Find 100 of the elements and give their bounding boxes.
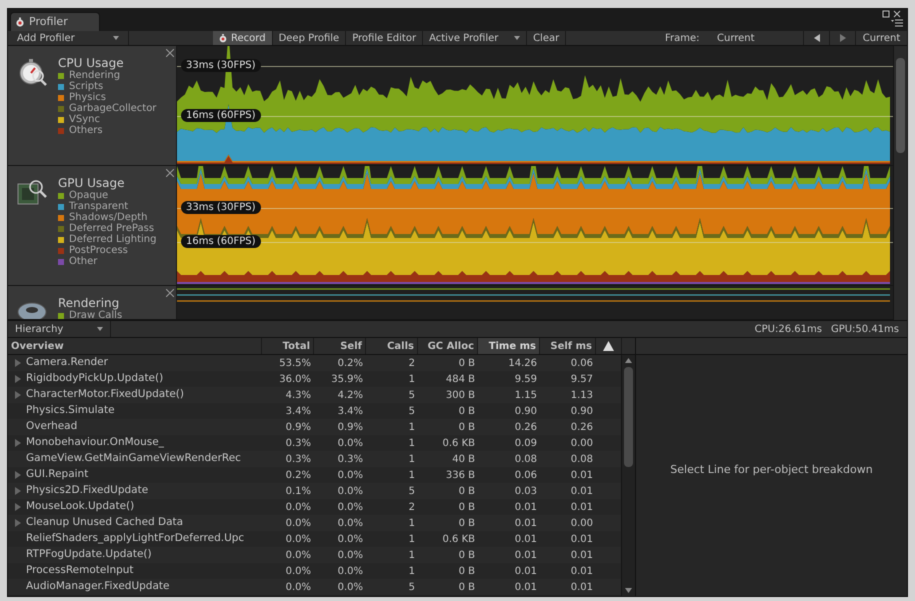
clear-button[interactable]: Clear [527,31,566,45]
legend-label: Other [69,256,98,267]
table-cell-text: 0.01 [570,468,594,482]
column-header[interactable]: Self [314,338,366,354]
column-header[interactable]: Calls [366,338,418,354]
table-cell-text: 0.0% [336,436,364,450]
legend-label: Rendering [69,70,120,81]
table-cell-text: 0 B [458,548,476,562]
table-cell-text: 0 B [458,500,476,514]
toolbar-button[interactable]: Record [213,31,273,45]
module-title: Rendering [58,296,120,310]
close-icon [166,49,174,57]
table-cell-text: 9.59 [514,372,538,386]
cpu-time: CPU:26.61ms [754,322,822,336]
legend-label: GarbageCollector [69,103,156,114]
caret-icon [514,36,520,40]
table-cell-text: 0.0% [284,500,312,514]
add-profiler-dropdown[interactable]: Add Profiler [8,31,129,45]
guide-label: 33ms (30FPS) [181,201,261,214]
current-frame-button[interactable]: Current [855,31,907,45]
table-row[interactable]: Physics.Simulate 3.4% 3.4% 5 0 B 0.90 0.90 [8,403,622,419]
table-row[interactable]: CharacterMotor.FixedUpdate() 4.3% 4.2% 5 300 B 1.15 1.13 [8,387,622,403]
legend-label: Physics [69,92,106,103]
window-controls-icon [881,10,903,19]
table-row[interactable]: Monobehaviour.OnMouse_ 0.3% 0.0% 1 0.6 KB 0.09 0.00 [8,435,622,451]
stopwatch-icon [219,34,227,42]
table-row[interactable]: Cleanup Unused Cached Data 0.0% 0.0% 1 0 B 0.01 0.00 [8,515,622,531]
table-cell-text: MouseLook.Update() [26,499,134,514]
table-cell-text: CharacterMotor.FixedUpdate() [26,387,184,402]
table-cell-text: 0.0% [336,484,364,498]
table-cell-text: RTPFogUpdate.Update() [26,547,152,562]
table-cell-text: 0.00 [570,516,594,530]
table-cell-text: 0.0% [336,580,364,594]
table-row[interactable]: Camera.Render 53.5% 0.2% 2 0 B 14.26 0.06 [8,355,622,371]
table-row[interactable]: ReliefShaders_applyLightForDeferred.Upc 0.0% 0.0% 1 0.6 KB 0.01 0.01 [8,531,622,547]
table-cell-text: 14.26 [507,356,538,370]
table-cell-text: 0.01 [514,516,538,530]
table-row[interactable]: ProcessRemoteInput 0.0% 0.0% 1 0 B 0.01 0.01 [8,563,622,579]
table-cell-text: 0 B [458,420,476,434]
table-cell-text: 1 [408,468,416,482]
table-cell-text: 9.57 [570,372,594,386]
caret-icon [97,327,103,331]
table-cell-text: 1 [408,420,416,434]
table-cell-text: 4.3% [284,388,312,402]
legend-label: PostProcess [69,245,128,256]
table-row[interactable]: GUI.Repaint 0.2% 0.0% 1 336 B 0.06 0.01 [8,467,622,483]
column-header[interactable]: Self ms [540,338,596,354]
table-cell-text: 0 B [458,484,476,498]
table-cell-text: 0.9% [284,420,312,434]
table-cell-text: 0.01 [514,500,538,514]
table-row[interactable]: MouseLook.Update() 0.0% 0.0% 2 0 B 0.01 0.01 [8,499,622,515]
table-cell-text: ReliefShaders_applyLightForDeferred.Upc [26,531,244,546]
scrollbar-thumb[interactable] [896,58,905,153]
table-cell-text: 0.3% [336,452,364,466]
guide-label: 16ms (60FPS) [181,235,261,248]
table-row[interactable]: RTPFogUpdate.Update() 0.0% 0.0% 1 0 B 0.01 0.01 [8,547,622,563]
table-row[interactable]: AudioManager.FixedUpdate 0.0% 0.0% 5 0 B 0.01 0.01 [8,579,622,595]
expand-arrow-icon [15,439,21,447]
column-header[interactable]: Time ms [478,338,540,354]
table-cell-text: 5 [408,484,416,498]
table-cell-text: 1.13 [570,388,594,402]
view-dropdown[interactable]: Hierarchy [8,321,111,337]
table-cell-text: Overhead [26,419,78,434]
table-cell-text: 0.09 [514,436,538,450]
table-cell-text: Physics.Simulate [26,403,115,418]
column-header[interactable]: Overview [8,338,262,354]
table-cell-text: GUI.Repaint [26,467,88,482]
table-cell-text: 0.0% [284,548,312,562]
table-cell-text: Monobehaviour.OnMouse_ [26,435,164,450]
table-row[interactable]: Overhead 0.9% 0.9% 1 0 B 0.26 0.26 [8,419,622,435]
legend-label: Transparent [69,201,128,212]
legend-label: Scripts [69,81,104,92]
table-row[interactable]: RigidbodyPickUp.Update() 36.0% 35.9% 1 484 B 9.59 9.57 [8,371,622,387]
table-cell-text: 0.26 [514,420,538,434]
active-profiler-dropdown[interactable]: Active Profiler [423,31,528,45]
table-cell-text: 36.0% [278,372,312,386]
table-cell-text: 1 [408,532,416,546]
scrollbar-thumb[interactable] [624,367,634,467]
legend-label: Others [69,125,103,136]
detail-message: Select Line for per-object breakdown [670,462,873,478]
table-cell-text: 0.90 [514,404,538,418]
table-cell-text: 0.01 [570,532,594,546]
table-cell-text: 0.2% [284,468,312,482]
profiler-tab[interactable]: Profiler [10,12,100,31]
table-cell-text: 1.15 [514,388,538,402]
table-cell-text: 1 [408,516,416,530]
table-cell-text: GameView.GetMainGameViewRenderRec [26,451,241,466]
table-cell-text: 1 [408,548,416,562]
table-cell-text: RigidbodyPickUp.Update() [26,371,164,386]
table-cell-text: 1 [408,452,416,466]
guide-label: 16ms (60FPS) [181,109,261,122]
table-cell-text: 0.01 [570,580,594,594]
column-header[interactable]: Total [262,338,314,354]
table-cell-text: 0.01 [514,532,538,546]
table-cell-text: 5 [408,388,416,402]
table-row[interactable]: GameView.GetMainGameViewRenderRec 0.3% 0.3% 1 40 B 0.08 0.08 [8,451,622,467]
table-row[interactable]: Physics2D.FixedUpdate 0.1% 0.0% 5 0 B 0.03 0.01 [8,483,622,499]
table-cell-text: 0.06 [514,468,538,482]
legend-label: Deferred PrePass [69,223,154,234]
table-cell-text: AudioManager.FixedUpdate [26,579,170,594]
